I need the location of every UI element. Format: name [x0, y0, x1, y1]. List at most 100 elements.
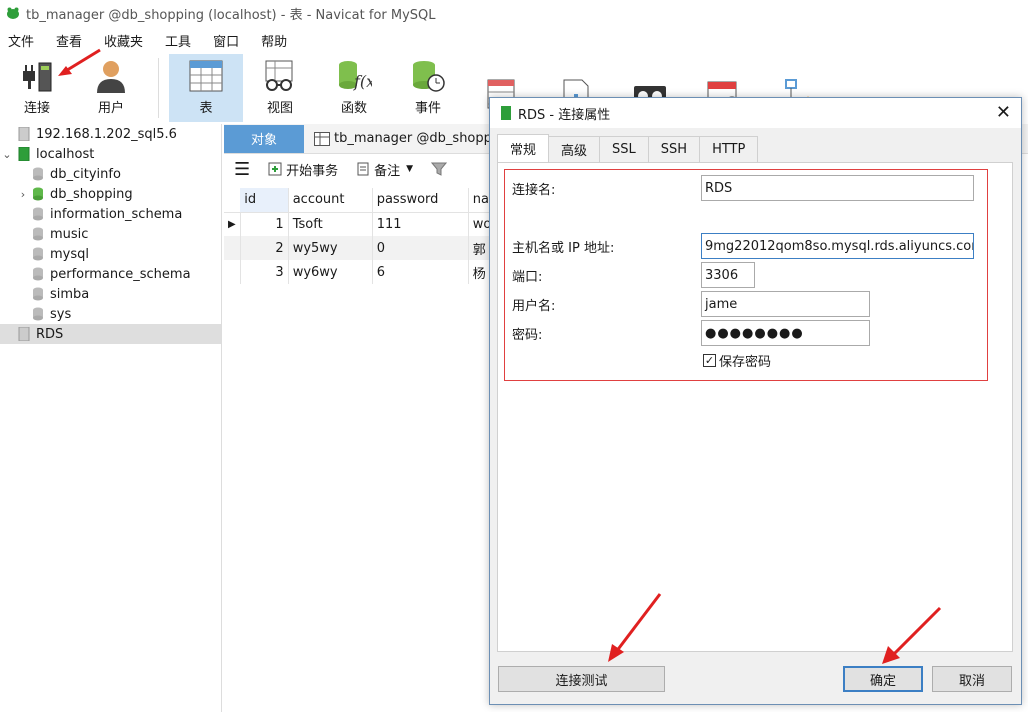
database-open-icon	[33, 187, 43, 201]
database-icon	[33, 307, 43, 321]
function-label: 函数	[340, 101, 367, 116]
event-label: 事件	[414, 101, 441, 116]
tree-item-label: simba	[50, 286, 90, 302]
table-label: 表	[199, 101, 213, 116]
tree-item-sys[interactable]: sys	[0, 304, 221, 324]
username-field[interactable]: jame	[701, 291, 870, 317]
cell-id[interactable]: 3	[240, 260, 289, 284]
table-row[interactable]: 2 wy5wy 0 郭	[224, 236, 500, 260]
general-panel: 连接名: RDS 主机名或 IP 地址: 9mg22012qom8so.mysq…	[497, 162, 1013, 652]
tab-http[interactable]: HTTP	[699, 136, 759, 162]
current-row-marker-icon: ▶	[224, 212, 241, 236]
menu-favorites[interactable]: 收藏夹	[96, 28, 151, 50]
column-header-account[interactable]: account	[288, 188, 373, 213]
annotation-arrow-connect	[58, 48, 101, 76]
begin-transaction-label: 开始事务	[286, 163, 339, 179]
table-row[interactable]: 3 wy6wy 6 杨	[224, 260, 500, 284]
cell-account[interactable]: Tsoft	[288, 212, 373, 236]
tree-item-information-schema[interactable]: information_schema	[0, 204, 221, 224]
table-button[interactable]: 表	[169, 54, 243, 122]
cell-account[interactable]: wy6wy	[288, 260, 373, 284]
save-password-checkbox[interactable]: ✓ 保存密码	[703, 351, 771, 370]
connection-icon	[18, 127, 30, 141]
window-title: tb_manager @db_shopping (localhost) - 表 …	[26, 7, 436, 23]
navicat-logo-icon	[7, 7, 19, 19]
cell-account[interactable]: wy5wy	[288, 236, 373, 260]
tab-objects[interactable]: 对象	[224, 124, 304, 153]
tab-table-label: tb_manager @db_shoppi	[334, 131, 496, 146]
database-icon	[33, 207, 43, 221]
tab-ssh[interactable]: SSH	[647, 136, 701, 162]
table-row[interactable]: ▶ 1 Tsoft 111 wol	[224, 212, 500, 236]
tree-item-db-shopping[interactable]: › db_shopping	[0, 184, 221, 204]
password-field[interactable]: ●●●●●●●●	[701, 320, 870, 346]
column-header-password[interactable]: password	[372, 188, 469, 213]
dialog-tab-bar: 常规 高级 SSL SSH HTTP	[497, 134, 759, 162]
tree-item-label: performance_schema	[50, 266, 191, 282]
event-icon	[413, 61, 445, 92]
tree-item-music[interactable]: music	[0, 224, 221, 244]
database-icon	[33, 227, 43, 241]
dialog-title-bar: RDS - 连接属性 ✕	[490, 98, 1021, 128]
menu-help[interactable]: 帮助	[253, 28, 295, 50]
tree-item-localhost[interactable]: ⌄ localhost	[0, 144, 221, 164]
tree-item-label: RDS	[36, 326, 64, 342]
menu-hamburger-icon[interactable]: ☰	[234, 159, 250, 180]
title-bar: tb_manager @db_shopping (localhost) - 表 …	[0, 0, 1028, 26]
dialog-title: RDS - 连接属性	[518, 107, 611, 123]
port-field[interactable]: 3306	[701, 262, 755, 288]
tab-general[interactable]: 常规	[497, 134, 550, 162]
cell-password[interactable]: 0	[372, 236, 469, 260]
connection-active-icon	[501, 106, 511, 120]
tab-advanced[interactable]: 高级	[548, 136, 601, 162]
cell-password[interactable]: 6	[372, 260, 469, 284]
username-label: 用户名:	[512, 299, 556, 314]
connect-label: 连接	[23, 101, 50, 116]
column-header-id[interactable]: id	[240, 188, 289, 213]
dropdown-arrow-icon[interactable]: ▼	[406, 164, 413, 174]
cell-id[interactable]: 2	[240, 236, 289, 260]
chevron-down-icon[interactable]: ⌄	[0, 148, 14, 161]
tree-item-performance-schema[interactable]: performance_schema	[0, 264, 221, 284]
test-connection-button[interactable]: 连接测试	[498, 666, 665, 692]
view-button[interactable]: 视图	[243, 54, 317, 122]
host-label: 主机名或 IP 地址:	[512, 241, 615, 256]
menu-window[interactable]: 窗口	[205, 28, 247, 50]
connection-icon	[18, 327, 30, 341]
database-icon	[33, 167, 43, 181]
function-button[interactable]: f(x) 函数	[317, 54, 391, 122]
toolbar-divider	[158, 58, 159, 118]
tree-item-mysql[interactable]: mysql	[0, 244, 221, 264]
conn-name-field[interactable]: RDS	[701, 175, 974, 201]
tree-item-db-cityinfo[interactable]: db_cityinfo	[0, 164, 221, 184]
begin-transaction-button[interactable]: 开始事务	[268, 160, 338, 179]
host-field[interactable]: 9mg22012qom8so.mysql.rds.aliyuncs.com	[701, 233, 974, 259]
tree-item-label: db_shopping	[50, 186, 133, 202]
user-label: 用户	[97, 101, 124, 116]
tree-item-label: sys	[50, 306, 72, 322]
close-icon[interactable]: ✕	[996, 102, 1011, 123]
tree-item-rds[interactable]: RDS	[0, 324, 221, 344]
ok-button[interactable]: 确定	[843, 666, 923, 692]
port-label: 端口:	[512, 270, 543, 285]
tree-item-192-168-1-202[interactable]: 192.168.1.202_sql5.6	[0, 124, 221, 144]
function-icon: f(x)	[339, 61, 372, 91]
tree-item-label: mysql	[50, 246, 89, 262]
save-password-label: 保存密码	[719, 355, 772, 370]
tree-item-simba[interactable]: simba	[0, 284, 221, 304]
cell-password[interactable]: 111	[372, 212, 469, 236]
chevron-right-icon[interactable]: ›	[18, 188, 28, 201]
menu-bar: 文件 查看 收藏夹 工具 窗口 帮助	[0, 28, 301, 50]
database-icon	[33, 247, 43, 261]
menu-tools[interactable]: 工具	[157, 28, 199, 50]
event-button[interactable]: 事件	[391, 54, 465, 122]
table-small-icon	[314, 131, 330, 146]
filter-icon[interactable]	[431, 161, 448, 177]
tree-item-label: localhost	[36, 146, 95, 162]
menu-file[interactable]: 文件	[0, 28, 42, 50]
tab-table[interactable]: tb_manager @db_shoppi	[304, 125, 506, 153]
memo-button[interactable]: 备注 ▼	[356, 160, 413, 179]
cancel-button[interactable]: 取消	[932, 666, 1012, 692]
cell-id[interactable]: 1	[240, 212, 289, 236]
tab-ssl[interactable]: SSL	[599, 136, 649, 162]
